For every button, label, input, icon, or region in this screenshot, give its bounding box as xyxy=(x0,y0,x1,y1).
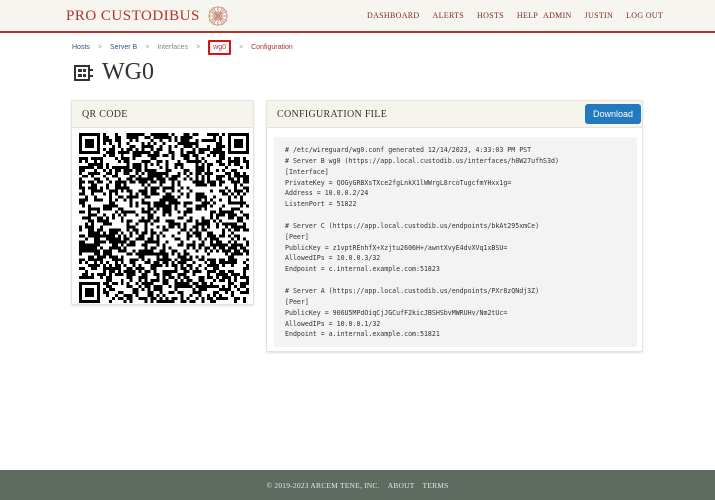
breadcrumb-separator: > xyxy=(145,44,150,51)
breadcrumb-interfaces: Interfaces xyxy=(157,44,189,51)
breadcrumb-separator: > xyxy=(239,44,244,51)
breadcrumb-server-b[interactable]: Server B xyxy=(110,44,137,51)
page-title-text: WG0 xyxy=(102,59,154,85)
breadcrumb: Hosts > Server B > Interfaces > wg0 > Co… xyxy=(72,40,293,55)
config-line: [Peer] xyxy=(285,232,309,241)
breadcrumb-separator: > xyxy=(196,44,201,51)
config-line: # Server C (https://app.local.custodib.u… xyxy=(285,221,540,230)
main-nav: DASHBOARD ALERTS HOSTS HELP xyxy=(367,11,538,20)
config-line: Endpoint = c.internal.example.com:51823 xyxy=(285,265,440,274)
breadcrumb-hosts[interactable]: Hosts xyxy=(72,44,90,51)
config-line: [Peer] xyxy=(285,297,309,306)
nav-hosts[interactable]: HOSTS xyxy=(477,11,504,20)
config-line: Endpoint = a.internal.example.com:51821 xyxy=(285,330,440,339)
configuration-file-panel: CONFIGURATION FILE Download # /etc/wireg… xyxy=(266,100,643,352)
nav-user-justin[interactable]: JUSTIN xyxy=(585,11,613,20)
nav-help[interactable]: HELP xyxy=(517,11,538,20)
breadcrumb-configuration: Configuration xyxy=(251,44,293,51)
footer-copyright: © 2019-2023 ARCEM TENE, INC. xyxy=(266,480,380,490)
config-line: # /etc/wireguard/wg0.conf generated 12/1… xyxy=(285,146,532,154)
config-line: Address = 10.0.0.2/24 xyxy=(285,189,369,198)
breadcrumb-wg0[interactable]: wg0 xyxy=(208,40,232,55)
qr-code-title: QR CODE xyxy=(82,108,128,120)
qr-code-panel: QR CODE xyxy=(71,100,254,305)
config-line: PublicKey = 906U5MPdOiqCjJGCufF2kicJBSHS… xyxy=(285,308,508,317)
config-line: # Server A (https://app.local.custodib.u… xyxy=(285,286,540,295)
config-line: AllowedIPs = 10.0.0.3/32 xyxy=(285,254,381,263)
config-line: ListenPort = 51822 xyxy=(285,200,357,209)
configuration-file-title: CONFIGURATION FILE xyxy=(277,108,388,120)
nav-dashboard[interactable]: DASHBOARD xyxy=(367,11,420,20)
brand-name: PRO CUSTODIBUS xyxy=(66,7,200,24)
qr-code-panel-header: QR CODE xyxy=(72,101,253,128)
nav-alerts[interactable]: ALERTS xyxy=(433,11,465,20)
top-header: PRO CUSTODIBUS DASHBOARD ALERTS HOSTS HE… xyxy=(0,0,715,33)
qr-code-image xyxy=(79,133,249,303)
breadcrumb-separator: > xyxy=(97,44,102,51)
brand-home-link[interactable]: PRO CUSTODIBUS xyxy=(66,4,230,28)
download-button[interactable]: Download xyxy=(584,104,641,124)
user-nav: ADMIN JUSTIN LOG OUT xyxy=(543,11,663,20)
configuration-file-panel-header: CONFIGURATION FILE Download xyxy=(267,101,642,128)
configuration-file-content: # /etc/wireguard/wg0.conf generated 12/1… xyxy=(274,137,637,347)
configuration-text: # /etc/wireguard/wg0.conf generated 12/1… xyxy=(285,145,626,340)
footer-about-link[interactable]: ABOUT xyxy=(388,481,415,490)
nav-admin[interactable]: ADMIN xyxy=(543,11,572,20)
config-line: PublicKey = z1vptREnhfX+Xzjtu2606H+/awnt… xyxy=(285,243,508,252)
nav-log-out[interactable]: LOG OUT xyxy=(626,11,663,20)
page-title: WG0 xyxy=(74,59,154,86)
brand-logo-icon xyxy=(207,6,228,26)
config-line: PrivateKey = QOGyGRBXsTXce2fgLnkX1lWWrgL… xyxy=(285,178,512,187)
interface-icon xyxy=(74,64,93,81)
config-line: # Server B wg0 (https://app.local.custod… xyxy=(285,156,559,165)
footer-terms-link[interactable]: TERMS xyxy=(423,481,449,490)
config-line: AllowedIPs = 10.0.0.1/32 xyxy=(285,319,381,328)
footer: © 2019-2023 ARCEM TENE, INC. ABOUT TERMS xyxy=(0,470,715,500)
config-line: [Interface] xyxy=(285,167,329,176)
